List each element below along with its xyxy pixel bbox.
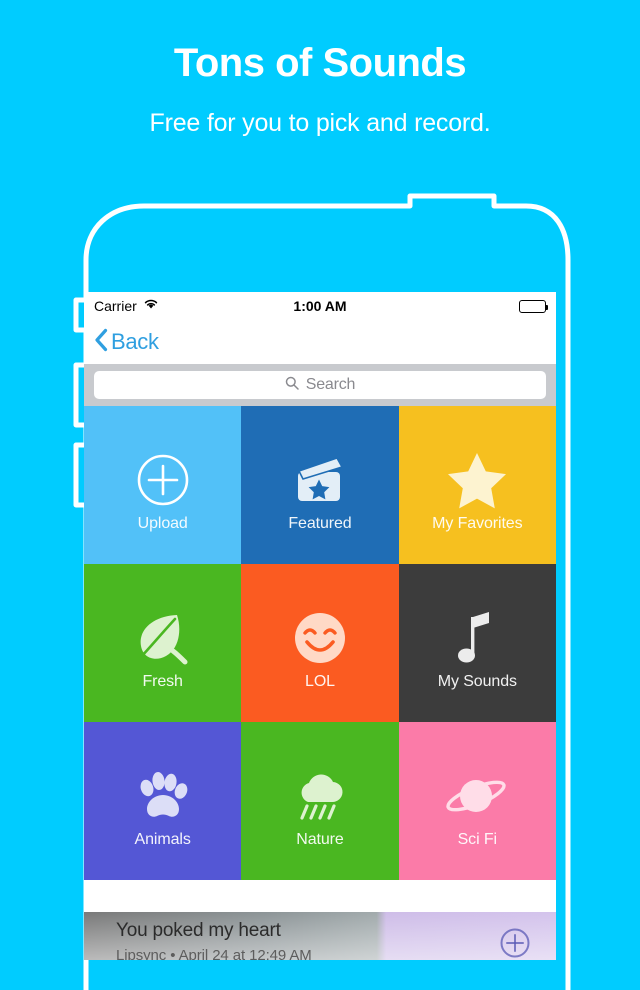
search-input[interactable]: Search (94, 371, 546, 399)
planet-icon (445, 752, 509, 826)
tile-label: Fresh (142, 673, 183, 690)
back-button[interactable]: Back (94, 328, 159, 357)
tile-label: My Favorites (432, 515, 523, 532)
back-button-label: Back (111, 329, 159, 354)
tile-label: Upload (137, 515, 188, 532)
star-icon (446, 436, 508, 510)
tile-label: Featured (288, 515, 352, 532)
tile-lol[interactable]: LOL (241, 564, 399, 722)
feed-card-meta: Lipsync • April 24 at 12:49 AM (116, 946, 312, 960)
status-right (519, 299, 548, 313)
clapperboard-icon (289, 436, 351, 510)
tile-nature[interactable]: Nature (241, 722, 399, 880)
feed-card-title: You poked my heart (116, 920, 281, 941)
tile-label: Nature (296, 831, 344, 848)
feed-card-text: You poked my heart Lipsync • April 24 at… (116, 920, 312, 960)
tile-upload[interactable]: Upload (84, 406, 242, 564)
carrier-label: Carrier (94, 298, 137, 314)
page-title: Tons of Sounds (173, 41, 467, 85)
search-bar: Search (84, 364, 556, 406)
promo-header: Tons of Sounds Free for you to pick and … (0, 0, 640, 138)
category-grid: Upload Featured My Favorites Fresh LOL M… (84, 406, 556, 880)
plus-circle-icon (133, 436, 193, 510)
battery-icon (519, 299, 548, 313)
chevron-left-icon (94, 328, 108, 357)
tile-my-favorites[interactable]: My Favorites (398, 406, 556, 564)
tile-my-sounds[interactable]: My Sounds (398, 564, 556, 722)
add-circle-icon[interactable] (498, 926, 532, 960)
status-left: Carrier (94, 297, 159, 315)
tile-label: Sci Fi (457, 831, 498, 848)
status-bar: Carrier 1:00 AM (84, 292, 556, 320)
device-screen: Carrier 1:00 AM Back Search Upload Featu… (84, 292, 556, 960)
tile-fresh[interactable]: Fresh (84, 564, 242, 722)
search-placeholder: Search (305, 376, 356, 393)
tile-animals[interactable]: Animals (84, 722, 242, 880)
rain-cloud-icon (291, 752, 349, 826)
paw-icon (134, 752, 192, 826)
tile-featured[interactable]: Featured (241, 406, 399, 564)
wifi-icon (143, 297, 159, 315)
search-icon (285, 376, 299, 395)
music-note-icon (455, 594, 499, 668)
page-subtitle: Free for you to pick and record. (149, 109, 491, 137)
tile-sci-fi[interactable]: Sci Fi (398, 722, 556, 880)
leaf-icon (133, 594, 193, 668)
tile-label: Animals (134, 831, 191, 848)
smiley-icon (290, 594, 350, 668)
tile-label: My Sounds (437, 673, 517, 690)
feed-card[interactable]: You poked my heart Lipsync • April 24 at… (84, 912, 556, 960)
navigation-bar: Back (84, 320, 556, 364)
tile-label: LOL (305, 673, 335, 690)
